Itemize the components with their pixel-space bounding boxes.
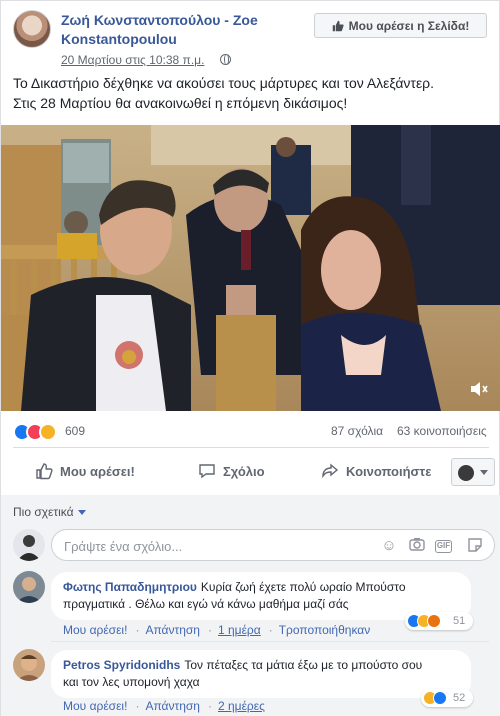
thumb-up-icon	[332, 20, 344, 31]
comment-label: Σχόλιο	[223, 463, 265, 479]
comment-author-link[interactable]: Φωτης Παπαδημητριου	[63, 580, 197, 594]
comment-like-link[interactable]: Μου αρέσει!	[63, 699, 127, 713]
commenter-avatar[interactable]	[13, 571, 45, 603]
comment-bubble: Petros Spyridonidhs Τον πέταξες τα μάτια …	[51, 650, 471, 698]
like-reaction-icon	[433, 691, 447, 705]
reaction-icons[interactable]	[13, 423, 61, 441]
sort-label: Πιο σχετικά	[13, 505, 74, 519]
separator: ·	[207, 623, 212, 637]
reactions-summary: 609 87 σχόλια 63 κοινοποιήσεις	[1, 419, 500, 445]
post-text-line: Στις 28 Μαρτίου θα ανακοινωθεί η επόμενη…	[13, 95, 348, 111]
sticker-icon[interactable]	[466, 537, 484, 555]
comment-reply-link[interactable]: Απάντηση	[145, 699, 200, 713]
courtroom-photo	[1, 125, 500, 411]
post-photo[interactable]	[1, 125, 500, 411]
comment-reply-link[interactable]: Απάντηση	[145, 623, 200, 637]
reactions-count[interactable]: 609	[65, 424, 85, 438]
comment-meta: Μου αρέσει! · Απάντηση · 2 ημέρες	[63, 699, 273, 713]
comment-sort-dropdown[interactable]: Πιο σχετικά	[13, 505, 86, 519]
gif-icon[interactable]: GIF	[435, 540, 452, 553]
page-avatar[interactable]	[13, 10, 51, 48]
separator: ·	[268, 623, 273, 637]
like-page-button[interactable]: Μου αρέσει η Σελίδα!	[314, 13, 487, 38]
comment-like-link[interactable]: Μου αρέσει!	[63, 623, 127, 637]
comment-meta: Μου αρέσει! · Απάντηση · 1 ημέρα · Τροποποιήθη…	[63, 623, 378, 637]
comment-text: Τον πέταξες τα μάτια έξω με το μπούστο σ…	[184, 658, 423, 672]
comment-reactions[interactable]: 52	[421, 689, 473, 707]
page-name-link[interactable]: Ζωή Κωνσταντοπούλου - Zoe Konstantopoulo…	[61, 11, 311, 49]
volume-icon[interactable]	[469, 379, 491, 401]
shares-count-link[interactable]: 63 κοινοποιήσεις	[397, 424, 487, 438]
post-actions: Μου αρέσει! Σχόλιο Κοινοποιήστε	[1, 452, 500, 492]
post-timestamp[interactable]: 20 Μαρτίου στις 10:38 π.μ.	[61, 53, 204, 67]
comment-author-link[interactable]: Petros Spyridonidhs	[63, 658, 180, 672]
separator: ·	[207, 699, 212, 713]
comment-input[interactable]: Γράψτε ένα σχόλιο... ☺ GIF	[51, 529, 495, 561]
comment-text: και τον λες υπομονή χαχα	[63, 675, 200, 689]
post-header: Ζωή Κωνσταντοπούλου - Zoe Konstantopoulo…	[1, 1, 500, 67]
chevron-down-icon	[77, 510, 86, 516]
chevron-down-icon	[480, 470, 488, 475]
share-icon	[322, 463, 339, 479]
comment-reaction-count: 51	[453, 615, 466, 627]
comment-reaction-count: 52	[453, 692, 466, 704]
share-label: Κοινοποιήστε	[346, 463, 432, 479]
avatar	[458, 465, 474, 481]
comment-icon	[199, 464, 215, 479]
commenter-avatar[interactable]	[13, 649, 45, 681]
separator: ·	[135, 699, 140, 713]
comments-section: Πιο σχετικά Γράψτε ένα σχόλιο... ☺ GIF Φ…	[1, 495, 500, 716]
comment-button[interactable]: Σχόλιο	[198, 462, 265, 480]
haha-reaction-icon	[39, 423, 57, 441]
share-as-selector[interactable]	[451, 458, 495, 486]
comment-timestamp[interactable]: 1 ημέρα	[218, 623, 261, 637]
camera-icon[interactable]	[408, 537, 426, 555]
divider	[13, 447, 489, 448]
emoji-icon[interactable]: ☺	[380, 537, 398, 555]
comment-text: Κυρία ζωή έχετε πολύ ωραίο Μπούστο	[200, 580, 406, 594]
comments-count-link[interactable]: 87 σχόλια	[331, 424, 383, 438]
like-button[interactable]: Μου αρέσει!	[35, 462, 135, 480]
like-label: Μου αρέσει!	[60, 463, 135, 479]
like-page-label: Μου αρέσει η Σελίδα!	[348, 18, 470, 33]
comment-placeholder: Γράψτε ένα σχόλιο...	[64, 539, 183, 554]
current-user-avatar[interactable]	[13, 529, 45, 561]
post-text: Το Δικαστήριο δέχθηκε να ακούσει τους μά…	[13, 73, 489, 113]
thumb-up-icon	[36, 463, 53, 480]
comment-edited-label[interactable]: Τροποποιήθηκαν	[279, 623, 371, 637]
comment-timestamp[interactable]: 2 ημέρες	[218, 699, 265, 713]
comment-text: πραγματικά . Θέλω και εγώ νά κάνω μαθήμα…	[63, 597, 349, 611]
facebook-post: Ζωή Κωνσταντοπούλου - Zoe Konstantopoulo…	[0, 0, 500, 716]
share-button[interactable]: Κοινοποιήστε	[321, 462, 431, 480]
globe-icon	[220, 54, 231, 65]
divider	[51, 641, 489, 642]
comment-reactions[interactable]: 51	[405, 612, 473, 630]
post-text-line: Το Δικαστήριο δέχθηκε να ακούσει τους μά…	[13, 75, 435, 91]
separator: ·	[135, 623, 140, 637]
angry-reaction-icon	[427, 614, 441, 628]
